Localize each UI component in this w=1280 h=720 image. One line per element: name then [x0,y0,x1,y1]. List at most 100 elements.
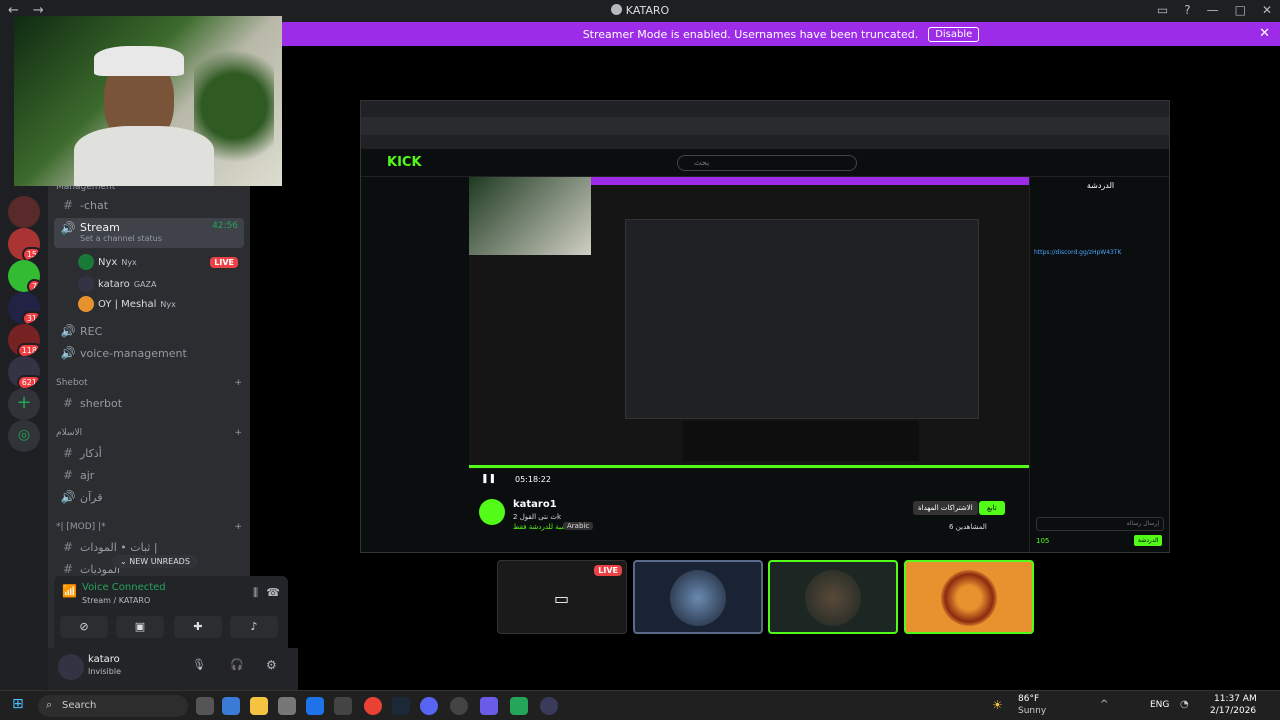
voice-location[interactable]: Stream / KATARO [82,596,150,605]
add-channel-icon[interactable]: + [234,428,242,438]
settings-app-icon[interactable] [334,697,352,715]
help-icon[interactable]: ? [1184,3,1190,17]
discord-icon[interactable] [420,697,438,715]
clock-date[interactable]: 2/17/2026 [1210,706,1256,716]
new-unreads-label: NEW UNREADS [129,557,190,566]
maximize-icon[interactable]: □ [1235,3,1246,17]
kick-logo[interactable]: KICK [387,155,422,170]
soundboard-button[interactable]: ♪ [230,616,278,638]
stream-stage[interactable]: KICK بحث ❚❚ 05:18:22 kataro1 ث نتى القول… [360,100,1170,553]
game-controller-icon[interactable] [480,697,498,715]
kick-sidebar [361,177,469,552]
new-unreads-pill[interactable]: ⌄ NEW UNREADS [112,555,198,568]
language-tag[interactable]: Arabic [563,522,594,530]
obs-icon[interactable] [450,697,468,715]
avatar[interactable] [58,654,84,680]
user-panel: kataro Invisible 🎙 🎧 ⚙ [48,648,298,690]
server-icon[interactable]: 31 [8,292,40,324]
steam-icon[interactable] [392,697,410,715]
add-channel-icon[interactable]: + [234,378,242,388]
speaker-icon: 🔊 [60,346,76,360]
channel-azkar[interactable]: # أذكار [54,442,244,464]
participant-tile[interactable] [768,560,898,634]
hash-icon: # [62,562,74,576]
disconnect-icon[interactable]: ☎ [266,586,280,599]
disable-button[interactable]: Disable [928,26,980,42]
add-server-icon[interactable]: + [8,388,40,420]
gift-subs-button[interactable]: الاشتراكات المهداة [913,501,978,515]
stream-video[interactable] [469,177,1029,469]
copilot-icon[interactable] [222,697,240,715]
server-icon[interactable]: 621 [8,356,40,388]
channel-chat[interactable]: # -chat [54,194,244,216]
gear-icon[interactable]: ⚙ [266,658,277,672]
channel-label: voice-management [80,346,187,360]
category-shebot[interactable]: Shebot + [56,378,242,388]
channel-voice-management[interactable]: 🔊 voice-management [54,342,244,364]
channel-label: قرآن [80,490,103,504]
weather-temp[interactable]: 86°F [1018,694,1039,704]
chevron-up-icon[interactable]: ^ [1100,699,1108,710]
search-input[interactable]: بحث [677,155,857,171]
discover-icon[interactable]: ◎ [8,420,40,452]
user-name: OY | Meshal [98,298,157,310]
file-explorer-icon[interactable] [250,697,268,715]
avatar [670,570,726,626]
participant-tile[interactable] [633,560,763,634]
server-icon[interactable] [8,196,40,228]
chat-link[interactable]: https://discord.gg/zHpW43TK [1034,249,1164,256]
follow-button[interactable]: تابع [979,501,1005,515]
chat-input[interactable]: إرسال رسالة [1036,517,1164,531]
chat-send-button[interactable]: الدردشة [1134,535,1163,546]
close-icon[interactable]: ✕ [1259,26,1270,41]
app-icon[interactable] [540,697,558,715]
participant-tile[interactable]: LIVE ▭ [497,560,627,634]
channel-ajr[interactable]: # ajr [54,464,244,486]
task-view-icon[interactable] [196,697,214,715]
windows-start-icon[interactable]: ⊞ [12,696,24,712]
server-icon[interactable]: 7 [8,260,40,292]
inbox-icon[interactable]: ▭ [1157,3,1168,17]
close-window-icon[interactable]: ✕ [1262,3,1272,17]
category-mod[interactable]: *| [MOD] |* + [56,522,242,532]
camera-off-button[interactable]: ⊘ [60,616,108,638]
language-indicator[interactable]: ENG [1150,700,1169,710]
app-icon[interactable] [510,697,528,715]
headphones-icon[interactable]: 🎧 [230,658,244,671]
avatar [941,570,997,626]
speaker-icon: 🔊 [60,324,76,338]
avatar [78,276,94,292]
voice-user[interactable]: OY | Meshal Nyx [78,294,238,314]
channel-label: sherbot [80,396,123,410]
wifi-icon[interactable]: ◔ [1180,699,1189,710]
activities-button[interactable]: ✚ [174,616,222,638]
channel-stream[interactable]: 🔊 Stream 42:56 Set a channel status [54,218,244,248]
clock-time[interactable]: 11:37 AM [1214,694,1257,704]
store-icon[interactable] [278,697,296,715]
channel-sherbot[interactable]: # sherbot [54,392,244,414]
voice-user[interactable]: Nyx Nyx LIVE [78,252,238,272]
noise-suppression-icon[interactable]: ⫼ [253,586,258,600]
participant-tile[interactable] [904,560,1034,634]
outlook-icon[interactable] [306,697,324,715]
microphone-icon[interactable]: 🎙 [192,658,206,671]
minimize-icon[interactable]: — [1207,3,1219,17]
stream-title: ث نتى القول 2k [513,513,562,521]
chrome-icon[interactable] [364,697,382,715]
server-badge: 118 [16,343,40,356]
screen-share-button[interactable]: ▣ [116,616,164,638]
streamer-name[interactable]: kataro1 [513,499,557,510]
taskbar-search[interactable]: ⌕ Search [38,695,188,717]
channel-rec[interactable]: 🔊 REC [54,320,244,342]
server-icon[interactable]: 118 [8,324,40,356]
avatar[interactable] [479,499,505,525]
pause-icon[interactable]: ❚❚ [481,474,496,484]
add-channel-icon[interactable]: + [234,522,242,532]
weather-desc[interactable]: Sunny [1018,706,1046,716]
channel-quran[interactable]: 🔊 قرآن [54,486,244,508]
category-islam[interactable]: الاسلام + [56,428,242,438]
voice-user[interactable]: kataro GAZA [78,274,238,294]
server-icon[interactable]: 15 [8,228,40,260]
channel-status[interactable]: Set a channel status [80,234,244,243]
voice-status[interactable]: Voice Connected [82,582,166,593]
